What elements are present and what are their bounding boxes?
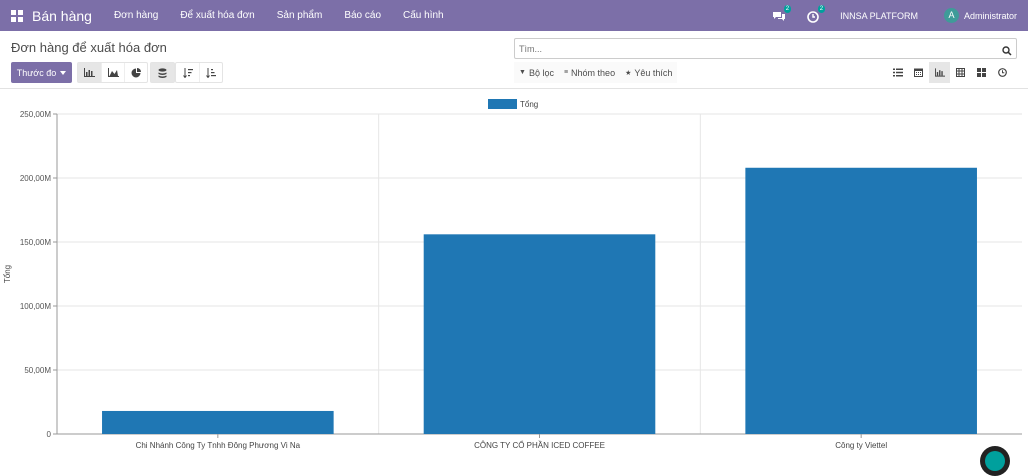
chat-launcher-button[interactable] (980, 446, 1010, 476)
pivot-table-icon (956, 68, 965, 77)
y-tick-label: 250,00M (20, 110, 51, 119)
favorites-button[interactable]: ★ Yêu thích (620, 62, 677, 83)
y-axis-label: Tổng (3, 265, 12, 283)
bar[interactable] (423, 234, 656, 434)
group-by-label: Nhóm theo (571, 67, 616, 78)
group-by-button[interactable]: ≡ Nhóm theo (559, 62, 620, 83)
area-chart-icon (107, 68, 119, 77)
list-view-button[interactable] (887, 62, 908, 83)
bar[interactable] (102, 410, 334, 434)
x-tick-label: Chi Nhánh Công Ty Tnhh Đông Phương Vi Na (136, 441, 301, 450)
stacked-button[interactable] (151, 63, 174, 82)
x-tick-label: Công ty Viettel (835, 441, 887, 450)
measures-dropdown-button[interactable]: Thước đo (11, 62, 72, 83)
app-brand[interactable]: Bán hàng (32, 8, 92, 24)
chart-type-switcher (77, 62, 148, 83)
messages-icon[interactable]: 2 (772, 4, 792, 23)
kanban-view-button[interactable] (971, 62, 992, 83)
chat-icon (985, 451, 1005, 471)
pivot-view-button[interactable] (950, 62, 971, 83)
line-chart-button[interactable] (101, 63, 124, 82)
sort-ascending-button[interactable] (199, 63, 222, 82)
filters-button[interactable]: ▼ Bộ lọc (514, 62, 559, 83)
y-tick-label: 100,00M (20, 302, 51, 311)
sort-descending-button[interactable] (176, 63, 199, 82)
favorites-label: Yêu thích (634, 67, 673, 78)
caret-down-icon (60, 70, 67, 75)
search-icon[interactable] (1002, 43, 1012, 61)
search-input[interactable] (515, 39, 995, 59)
filters-label: Bộ lọc (528, 67, 554, 78)
bar[interactable] (745, 167, 977, 434)
menu-configuration[interactable]: Cấu hình (403, 10, 444, 21)
y-tick-label: 150,00M (20, 238, 51, 247)
group-by-icon: ≡ (563, 69, 569, 76)
activities-icon[interactable]: 2 (806, 4, 826, 23)
activities-badge: 2 (817, 4, 826, 13)
activity-view-button[interactable] (992, 62, 1013, 83)
messages-badge: 2 (783, 4, 792, 13)
bar-chart: 0 50,00M 100,00M 150,00M 200,00M 250,00M Chi N… (3, 99, 1022, 450)
sort-ascending-icon (206, 67, 216, 78)
sort-descending-icon (182, 67, 193, 78)
user-menu[interactable]: Administrator (964, 11, 1017, 21)
pie-chart-icon (131, 67, 141, 77)
bar-chart-button[interactable] (78, 63, 101, 82)
calendar-view-button[interactable] (908, 62, 929, 83)
company-switcher[interactable]: INNSA PLATFORM (840, 11, 918, 21)
search-box[interactable] (514, 38, 1017, 59)
legend-label: Tổng (520, 100, 538, 109)
y-tick-label: 0 (47, 430, 52, 439)
filter-icon: ▼ (519, 69, 526, 76)
bar-chart-icon (934, 68, 945, 77)
page-title: Đơn hàng để xuất hóa đơn (11, 40, 167, 55)
top-navbar: Bán hàng Đơn hàng Để xuất hóa đơn Sản ph… (0, 0, 1028, 31)
stack-icon (158, 67, 167, 78)
stacked-toggle-group (150, 62, 175, 83)
search-options: ▼ Bộ lọc ≡ Nhóm theo ★ Yêu thích (514, 62, 678, 83)
menu-reporting[interactable]: Báo cáo (344, 10, 381, 21)
x-tick-label: CÔNG TY CỔ PHẦN ICED COFFEE (474, 440, 605, 450)
bar-chart-icon (84, 68, 95, 77)
menu-to-invoice[interactable]: Để xuất hóa đơn (180, 10, 254, 21)
view-switcher (887, 62, 1013, 83)
calendar-icon (914, 68, 923, 77)
pie-chart-button[interactable] (124, 63, 147, 82)
control-panel: Đơn hàng để xuất hóa đơn Thước đo (0, 31, 1028, 89)
y-tick-label: 200,00M (20, 174, 51, 183)
clock-icon (998, 68, 1007, 77)
sort-group (175, 62, 223, 83)
graph-view: 0 50,00M 100,00M 150,00M 200,00M 250,00M Chi N… (0, 90, 1028, 457)
graph-view-button[interactable] (929, 62, 950, 83)
avatar[interactable]: A (943, 8, 959, 23)
measures-label: Thước đo (16, 67, 57, 78)
star-icon: ★ (625, 69, 632, 77)
list-icon (892, 68, 903, 77)
apps-menu-icon[interactable] (11, 9, 23, 22)
menu-products[interactable]: Sản phẩm (277, 10, 323, 21)
kanban-icon (977, 68, 986, 77)
menu-orders[interactable]: Đơn hàng (114, 10, 158, 21)
y-tick-label: 50,00M (24, 366, 51, 375)
legend-swatch[interactable] (488, 99, 517, 109)
